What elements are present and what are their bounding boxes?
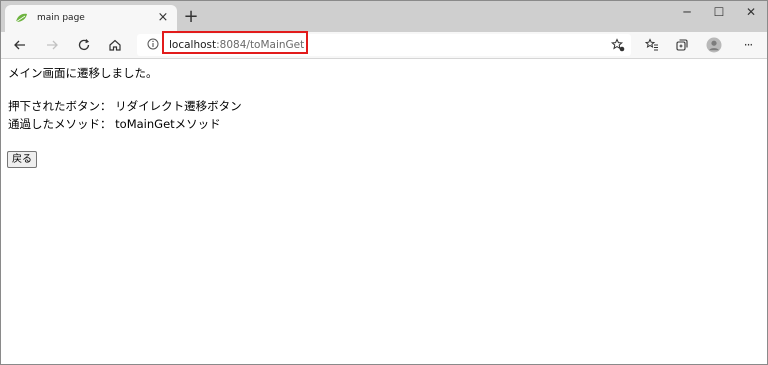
browser-toolbar: localhost:8084/toMainGet ··· xyxy=(1,31,767,59)
profile-button[interactable] xyxy=(703,35,725,55)
tab-title: main page xyxy=(37,13,85,23)
address-bar[interactable]: localhost:8084/toMainGet xyxy=(137,31,631,56)
collections-icon xyxy=(676,39,688,51)
refresh-icon xyxy=(78,39,90,51)
tab-main-page[interactable]: main page × xyxy=(5,5,177,32)
method-line: 通過したメソッド： toMainGetメソッド xyxy=(8,117,221,131)
maximize-button[interactable]: ☐ xyxy=(701,1,737,23)
forward-nav-button[interactable] xyxy=(41,35,63,55)
profile-icon xyxy=(706,37,722,53)
refresh-button[interactable] xyxy=(73,35,95,55)
url-text[interactable]: localhost:8084/toMainGet xyxy=(169,38,304,52)
url-host: localhost xyxy=(169,39,217,51)
favorites-list-icon xyxy=(645,38,658,51)
leaf-icon xyxy=(15,13,27,23)
star-add-icon xyxy=(611,38,625,52)
tab-strip: main page × + ─ ☐ ✕ xyxy=(1,1,767,32)
collections-button[interactable] xyxy=(671,35,693,55)
back-nav-button[interactable] xyxy=(9,35,31,55)
home-button[interactable] xyxy=(104,35,126,55)
back-button[interactable]: 戻る xyxy=(7,151,37,168)
home-icon xyxy=(109,39,121,51)
pressed-button-line: 押下されたボタン： リダイレクト遷移ボタン xyxy=(8,99,242,113)
arrow-left-icon xyxy=(14,40,25,50)
browser-window: main page × + ─ ☐ ✕ localhost:8084/toMai… xyxy=(0,0,768,365)
close-window-button[interactable]: ✕ xyxy=(733,1,767,23)
settings-menu-button[interactable]: ··· xyxy=(737,35,759,55)
url-path: :8084/toMainGet xyxy=(216,39,305,51)
page-content: メイン画面に遷移しました。 押下されたボタン： リダイレクト遷移ボタン 通過した… xyxy=(1,59,767,364)
tab-close-button[interactable]: × xyxy=(155,10,171,26)
new-tab-button[interactable]: + xyxy=(181,7,201,27)
add-favorite-button[interactable] xyxy=(607,35,629,55)
page-heading: メイン画面に遷移しました。 xyxy=(8,66,158,80)
info-icon[interactable] xyxy=(147,38,159,50)
favorites-button[interactable] xyxy=(641,35,663,55)
arrow-right-icon xyxy=(47,40,58,50)
minimize-button[interactable]: ─ xyxy=(669,1,705,23)
